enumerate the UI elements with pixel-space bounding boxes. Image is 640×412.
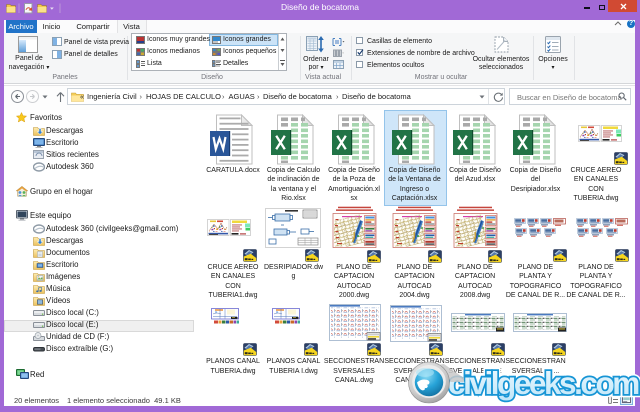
- svg-text:civilgeeks.com: civilgeeks.com: [448, 365, 639, 401]
